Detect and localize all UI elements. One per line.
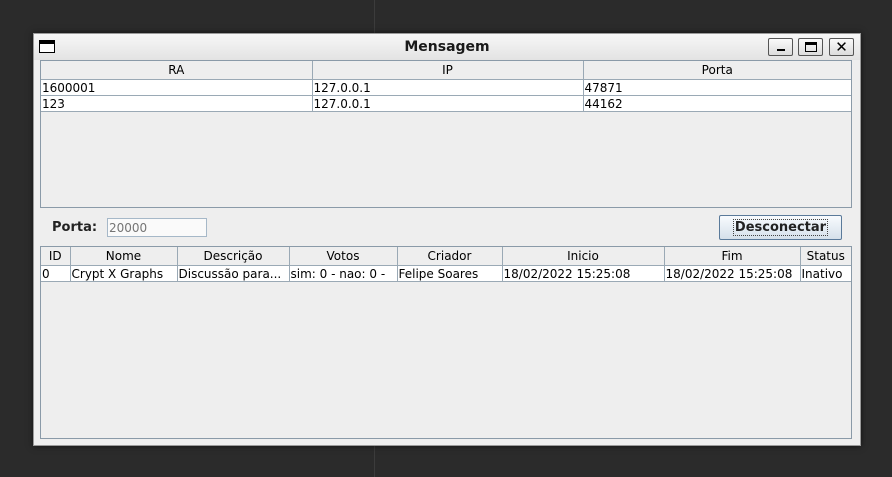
- title-bar[interactable]: Mensagem ✕: [34, 34, 860, 60]
- maximize-icon: [805, 42, 817, 52]
- cell-ra: 1600001: [41, 79, 313, 96]
- disconnect-label: Desconectar: [732, 219, 829, 236]
- column-header-id[interactable]: ID: [41, 247, 71, 266]
- table-row[interactable]: 0 Crypt X Graphs Discussão para... sim: …: [41, 265, 851, 282]
- discussions-table-header: ID Nome Descrição Votos Criador Inicio F…: [41, 247, 851, 266]
- porta-label: Porta:: [52, 220, 98, 235]
- clients-table-header: RA IP Porta: [41, 61, 851, 80]
- message-window: Mensagem ✕ RA IP Porta 1600001 127.0.0.1…: [33, 33, 861, 446]
- cell-descricao: Discussão para...: [177, 265, 290, 282]
- cell-ra: 123: [41, 95, 313, 112]
- window-title: Mensagem: [404, 39, 490, 55]
- cell-nome: Crypt X Graphs: [70, 265, 178, 282]
- cell-porta: 44162: [583, 95, 851, 112]
- close-button[interactable]: ✕: [829, 38, 854, 56]
- cell-votos: sim: 0 - nao: 0 -: [289, 265, 398, 282]
- cell-status: Inativo: [800, 265, 851, 282]
- cell-ip: 127.0.0.1: [312, 95, 584, 112]
- close-icon: ✕: [835, 38, 848, 56]
- column-header-fim[interactable]: Fim: [664, 247, 801, 266]
- column-header-descricao[interactable]: Descrição: [177, 247, 290, 266]
- discussions-table: ID Nome Descrição Votos Criador Inicio F…: [41, 247, 851, 282]
- column-header-ip[interactable]: IP: [312, 61, 584, 80]
- minimize-icon: [777, 49, 785, 51]
- table-row[interactable]: 1600001 127.0.0.1 47871: [41, 79, 851, 96]
- column-header-inicio[interactable]: Inicio: [502, 247, 665, 266]
- minimize-button[interactable]: [768, 38, 793, 56]
- maximize-button[interactable]: [798, 38, 823, 56]
- table-row[interactable]: 123 127.0.0.1 44162: [41, 95, 851, 112]
- disconnect-button[interactable]: Desconectar: [719, 215, 842, 240]
- cell-id: 0: [41, 265, 71, 282]
- column-header-votos[interactable]: Votos: [289, 247, 398, 266]
- column-header-criador[interactable]: Criador: [397, 247, 503, 266]
- column-header-status[interactable]: Status: [800, 247, 851, 266]
- cell-ip: 127.0.0.1: [312, 79, 584, 96]
- clients-table: RA IP Porta 1600001 127.0.0.1 47871 123 …: [41, 61, 851, 112]
- cell-fim: 18/02/2022 15:25:08: [664, 265, 801, 282]
- cell-criador: Felipe Soares: [397, 265, 503, 282]
- discussions-table-panel[interactable]: ID Nome Descrição Votos Criador Inicio F…: [40, 246, 852, 439]
- cell-porta: 47871: [583, 79, 851, 96]
- porta-input[interactable]: [107, 218, 207, 237]
- column-header-nome[interactable]: Nome: [70, 247, 178, 266]
- column-header-porta[interactable]: Porta: [583, 61, 851, 80]
- clients-table-panel[interactable]: RA IP Porta 1600001 127.0.0.1 47871 123 …: [40, 60, 852, 208]
- column-header-ra[interactable]: RA: [41, 61, 313, 80]
- cell-inicio: 18/02/2022 15:25:08: [502, 265, 665, 282]
